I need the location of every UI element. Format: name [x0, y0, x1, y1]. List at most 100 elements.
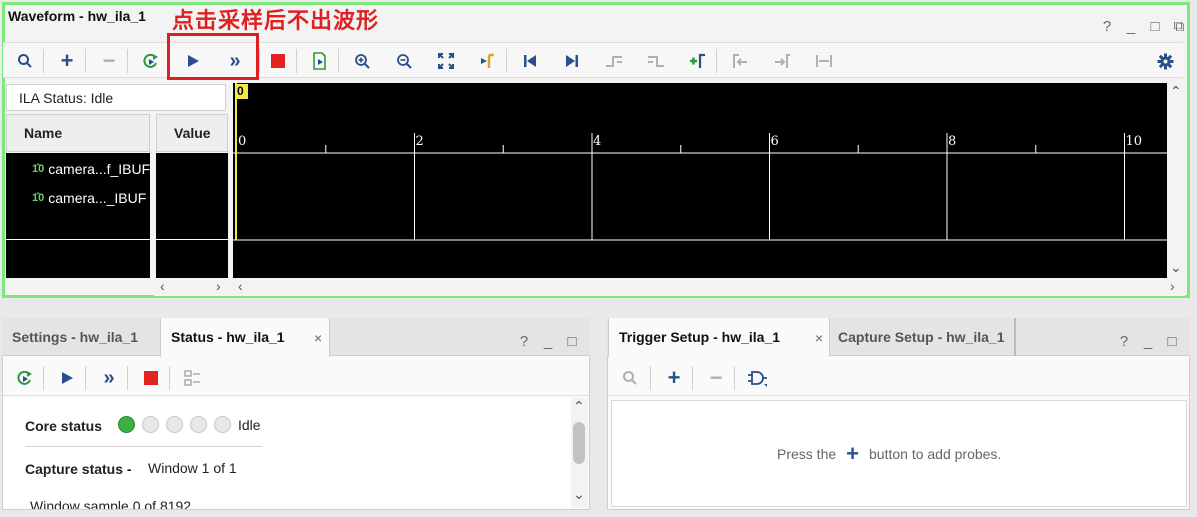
core-status-label: Core status	[25, 418, 103, 434]
tab-trigger-setup[interactable]: Trigger Setup - hw_ila_1	[608, 318, 830, 357]
tab-settings[interactable]: Settings - hw_ila_1	[2, 318, 148, 356]
run-trigger-immediate-icon[interactable]	[13, 366, 37, 390]
time-tick-label: 0	[238, 134, 246, 149]
scroll-down-icon[interactable]: ⌄	[573, 486, 585, 503]
scrollbar-thumb[interactable]	[573, 422, 585, 464]
cursor-label: 0	[235, 84, 248, 99]
next-marker-icon[interactable]	[770, 49, 794, 73]
settings-gear-icon[interactable]	[1153, 49, 1177, 73]
search-icon[interactable]	[618, 366, 642, 390]
tab-trigger-setup-label: Trigger Setup - hw_ila_1	[619, 329, 781, 345]
signal-row[interactable]: 1̂0 camera...f_IBUF	[32, 161, 150, 177]
annotation-highlight-box	[167, 33, 259, 80]
trigger-panel-tabbar: Trigger Setup - hw_ila_1 × Capture Setup…	[607, 318, 1190, 357]
maximize-icon[interactable]: □	[1149, 18, 1161, 35]
remove-probe-icon[interactable]: −	[704, 365, 728, 390]
scroll-left-icon[interactable]: ‹	[238, 278, 243, 294]
stop-icon[interactable]	[139, 366, 163, 390]
swap-cursors-icon[interactable]	[812, 49, 836, 73]
horizontal-scrollbars[interactable]: ‹ › ‹ ›	[154, 278, 1185, 296]
help-icon[interactable]: ?	[518, 333, 530, 350]
time-tick-label: 8	[948, 134, 956, 149]
add-probes-hint: Press the + button to add probes.	[777, 443, 1001, 465]
capture-config-icon[interactable]	[181, 366, 205, 390]
add-probe-icon[interactable]: +	[846, 443, 859, 465]
run-trigger-continuous-icon[interactable]: »	[97, 366, 121, 390]
prev-marker-icon[interactable]	[728, 49, 752, 73]
status-window-controls: ? _ □	[518, 333, 578, 350]
zoom-search-icon[interactable]	[13, 49, 37, 73]
go-to-cursor-icon[interactable]	[476, 49, 500, 73]
core-status-led	[118, 416, 135, 433]
status-content	[3, 398, 571, 508]
run-trigger-immediate-icon[interactable]	[139, 49, 163, 73]
status-toolbar: »	[3, 360, 589, 396]
tab-capture-setup[interactable]: Capture Setup - hw_ila_1	[828, 318, 1017, 356]
capture-status-label: Capture status -	[25, 461, 132, 477]
float-icon[interactable]: ⧉	[1173, 18, 1185, 35]
minimize-icon[interactable]: _	[1125, 18, 1137, 35]
signal-name: camera..._IBUF	[48, 190, 147, 206]
ila-status-label: ILA Status:	[19, 90, 87, 106]
signal-row[interactable]: 1̂0 camera..._IBUF	[32, 190, 146, 206]
stop-icon[interactable]	[266, 49, 290, 73]
logic-gate-icon[interactable]	[746, 366, 770, 390]
waveform-vertical-scrollbar[interactable]: ⌃ ⌄	[1167, 83, 1185, 278]
core-status-value: Idle	[238, 417, 261, 433]
add-icon[interactable]: +	[55, 48, 79, 73]
add-probe-icon[interactable]: +	[662, 365, 686, 390]
time-tick-label: 10	[1126, 134, 1143, 149]
row-divider	[6, 239, 150, 240]
time-tick-label: 6	[771, 134, 779, 149]
maximize-icon[interactable]: □	[1166, 333, 1178, 350]
signal-value-list	[156, 153, 228, 278]
waveform-title: Waveform - hw_ila_1	[8, 8, 146, 24]
go-to-start-icon[interactable]	[518, 49, 542, 73]
ila-status-value: Idle	[90, 90, 114, 106]
window-sample-value: Window sample 0 of 8192	[30, 498, 192, 509]
status-panel-tabbar: Settings - hw_ila_1 Status - hw_ila_1 × …	[2, 318, 590, 357]
remove-icon[interactable]: −	[97, 48, 121, 73]
signal-icon: 1̂0	[32, 192, 45, 204]
time-tick-label: 2	[416, 134, 424, 149]
scroll-left-icon[interactable]: ‹	[160, 278, 165, 294]
minimize-icon[interactable]: _	[1142, 333, 1154, 350]
row-divider	[156, 239, 228, 240]
annotation-text: 点击采样后不出波形	[172, 9, 380, 34]
zoom-fit-icon[interactable]	[434, 49, 458, 73]
name-column-header[interactable]: Name	[6, 114, 150, 152]
signal-name-list: 1̂0 camera...f_IBUF 1̂0 camera..._IBUF	[6, 153, 150, 278]
waveform-window-controls: ? _ □ ⧉	[1101, 18, 1185, 35]
zoom-in-icon[interactable]	[350, 49, 374, 73]
scroll-up-icon[interactable]: ⌃	[573, 398, 585, 415]
tab-status[interactable]: Status - hw_ila_1	[160, 318, 330, 357]
status-divider	[25, 446, 262, 447]
hint-prefix: Press the	[777, 446, 837, 462]
scroll-right-icon[interactable]: ›	[1170, 278, 1175, 294]
minimize-icon[interactable]: _	[542, 333, 554, 350]
prev-transition-icon[interactable]	[602, 49, 626, 73]
zoom-out-icon[interactable]	[392, 49, 416, 73]
go-to-end-icon[interactable]	[560, 49, 584, 73]
scroll-down-icon[interactable]: ⌄	[1170, 259, 1182, 276]
help-icon[interactable]: ?	[1101, 18, 1113, 35]
close-icon[interactable]: ×	[314, 330, 322, 346]
scroll-right-icon[interactable]: ›	[216, 278, 221, 294]
scroll-up-icon[interactable]: ⌃	[1170, 83, 1182, 100]
value-column-header[interactable]: Value	[156, 114, 228, 152]
help-icon[interactable]: ?	[1118, 333, 1130, 350]
core-status-led	[214, 416, 231, 433]
capture-window-value: Window 1 of 1	[148, 460, 237, 476]
cursor-line[interactable]	[235, 83, 237, 240]
core-status-led	[142, 416, 159, 433]
export-icon[interactable]	[308, 49, 332, 73]
maximize-icon[interactable]: □	[566, 333, 578, 350]
next-transition-icon[interactable]	[644, 49, 668, 73]
time-tick-label: 4	[593, 134, 601, 149]
tab-status-label: Status - hw_ila_1	[171, 329, 285, 345]
core-status-led	[166, 416, 183, 433]
trigger-toolbar: + −	[608, 360, 1189, 396]
run-trigger-icon[interactable]	[55, 366, 79, 390]
close-icon[interactable]: ×	[815, 330, 823, 346]
add-marker-icon[interactable]	[686, 49, 710, 73]
